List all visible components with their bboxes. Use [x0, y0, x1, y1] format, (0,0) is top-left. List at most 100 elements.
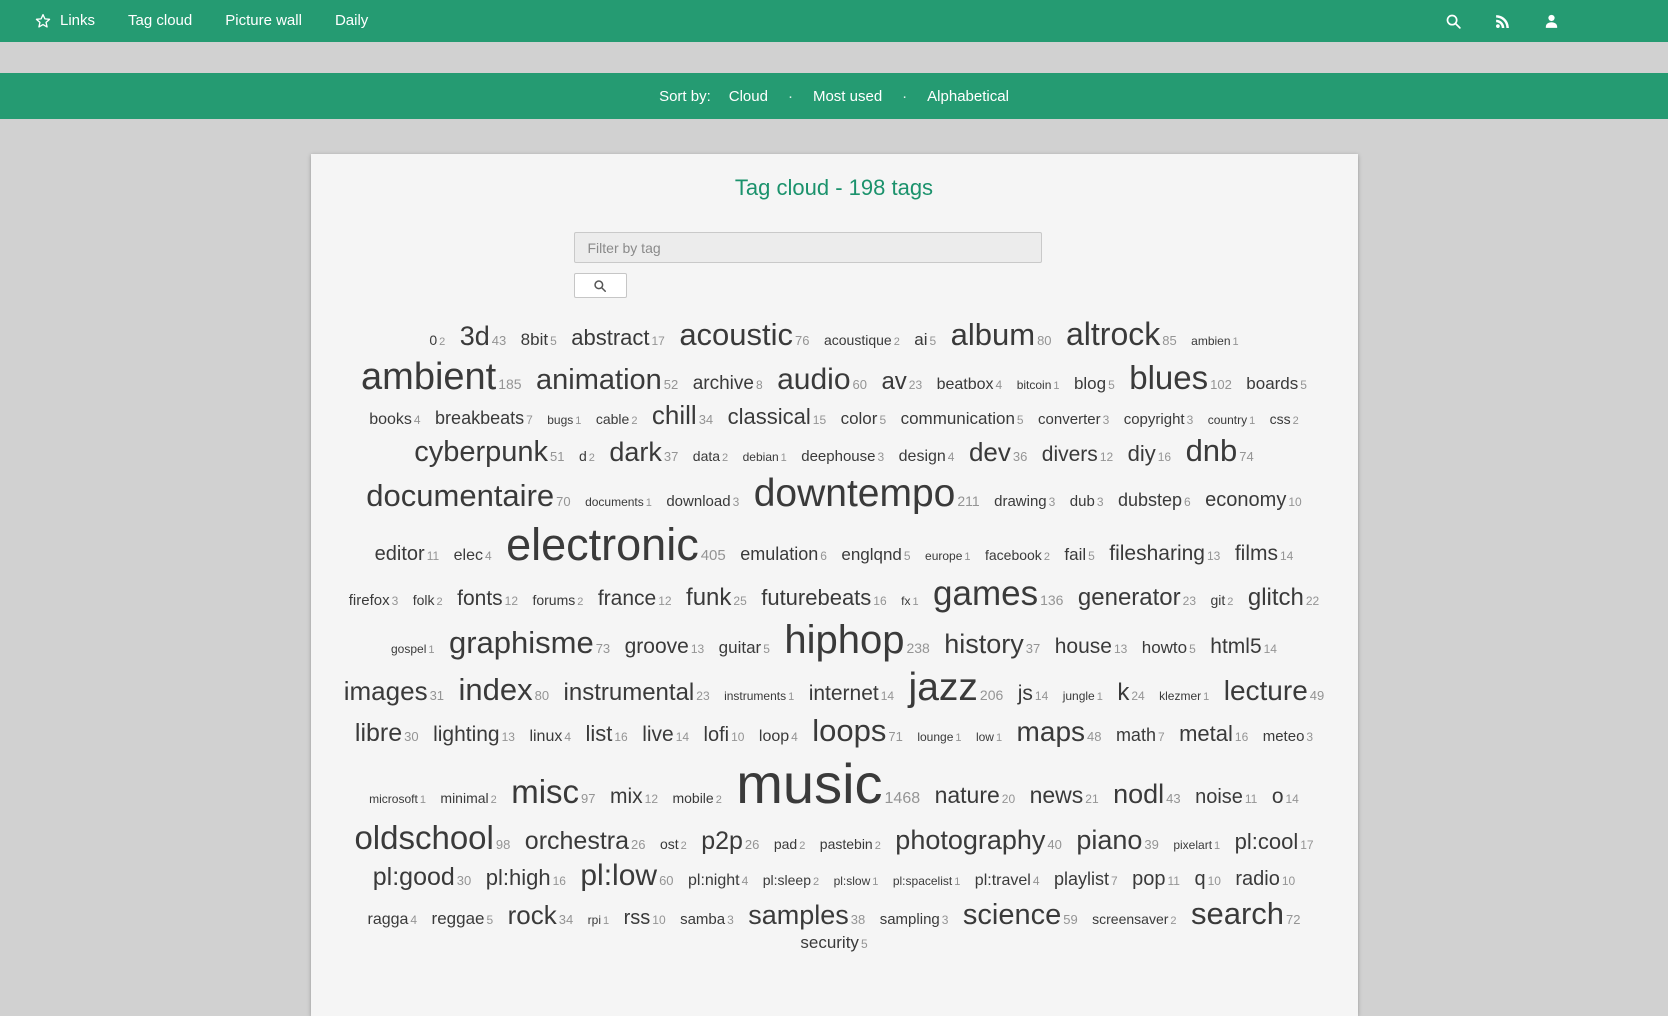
tag-item[interactable]: live14	[642, 728, 689, 745]
tag-link[interactable]: blog	[1074, 374, 1106, 393]
tag-link[interactable]: pl:night	[688, 872, 740, 889]
tag-link[interactable]: funk	[686, 584, 731, 611]
tag-filter-submit-button[interactable]	[574, 273, 627, 298]
tag-link[interactable]: dev	[969, 437, 1011, 467]
sort-option-alphabetical[interactable]: Alphabetical	[927, 88, 1009, 105]
tag-link[interactable]: history	[944, 629, 1024, 659]
tag-link[interactable]: samba	[680, 911, 725, 928]
tag-item[interactable]: beatbox4	[937, 376, 1003, 393]
tag-link[interactable]: album	[951, 317, 1035, 352]
tag-item[interactable]: gospel1	[391, 640, 435, 657]
tag-item[interactable]: instruments1	[724, 687, 794, 704]
tag-item[interactable]: englqnd5	[841, 547, 910, 564]
tag-link[interactable]: reggae	[432, 909, 485, 928]
tag-link[interactable]: images	[344, 676, 428, 706]
tag-link[interactable]: gospel	[391, 642, 426, 656]
tag-link[interactable]: index	[459, 672, 533, 707]
tag-link[interactable]: graphisme	[449, 625, 594, 660]
tag-item[interactable]: playlist7	[1054, 872, 1118, 889]
tag-item[interactable]: rock34	[508, 911, 574, 928]
tag-item[interactable]: misc97	[511, 790, 595, 807]
tag-item[interactable]: pl:high16	[486, 872, 566, 889]
tag-link[interactable]: download	[666, 493, 730, 510]
tag-link[interactable]: list	[585, 721, 612, 746]
tag-item[interactable]: css2	[1270, 411, 1299, 428]
tag-item[interactable]: dub3	[1070, 493, 1104, 510]
tag-item[interactable]: lofi10	[704, 728, 745, 745]
tag-link[interactable]: pl:slow	[834, 874, 871, 888]
tag-item[interactable]: history37	[944, 640, 1040, 657]
tag-item[interactable]: pad2	[774, 836, 805, 853]
tag-link[interactable]: games	[933, 574, 1038, 613]
tag-item[interactable]: debian1	[743, 448, 787, 465]
tag-item[interactable]: fail5	[1064, 547, 1094, 564]
tag-link[interactable]: math	[1116, 725, 1156, 745]
tag-link[interactable]: glitch	[1248, 584, 1304, 611]
tag-link[interactable]: hiphop	[784, 618, 904, 662]
tag-item[interactable]: cyberpunk51	[414, 448, 564, 465]
nav-daily[interactable]: Daily	[335, 0, 368, 42]
tag-item[interactable]: samba3	[680, 911, 734, 928]
tag-item[interactable]: jazz206	[909, 687, 1004, 704]
tag-link[interactable]: instrumental	[564, 679, 695, 706]
tag-link[interactable]: france	[598, 587, 656, 610]
tag-item[interactable]: list16	[585, 728, 627, 745]
nav-picture-wall[interactable]: Picture wall	[225, 0, 302, 42]
tag-link[interactable]: bitcoin	[1017, 378, 1052, 392]
tag-link[interactable]: groove	[625, 635, 689, 658]
tag-item[interactable]: oldschool98	[354, 836, 510, 853]
tag-item[interactable]: samples38	[748, 911, 865, 928]
tag-item[interactable]: nature20	[935, 790, 1016, 807]
tag-item[interactable]: reggae5	[432, 911, 494, 928]
tag-link[interactable]: pl:spacelist	[893, 874, 952, 888]
tag-link[interactable]: pixelart	[1173, 838, 1212, 852]
tag-link[interactable]: design	[899, 448, 946, 465]
tag-item[interactable]: audio60	[777, 376, 867, 393]
tag-item[interactable]: fonts12	[457, 592, 518, 609]
tag-item[interactable]: klezmer1	[1159, 687, 1209, 704]
tag-item[interactable]: data2	[693, 448, 728, 465]
tag-item[interactable]: rss10	[624, 911, 666, 928]
tag-link[interactable]: diy	[1128, 441, 1156, 466]
tag-item[interactable]: index80	[459, 687, 550, 704]
tag-link[interactable]: js	[1018, 682, 1033, 705]
tag-link[interactable]: rock	[508, 900, 557, 930]
tag-link[interactable]: rpi	[588, 913, 601, 927]
tag-link[interactable]: dark	[609, 437, 662, 467]
tag-filter-input[interactable]	[574, 232, 1042, 263]
tag-item[interactable]: glitch22	[1248, 592, 1319, 609]
tag-item[interactable]: design4	[899, 448, 955, 465]
tag-item[interactable]: ambient185	[361, 376, 522, 393]
tag-item[interactable]: converter3	[1038, 411, 1109, 428]
tag-link[interactable]: p2p	[701, 827, 743, 855]
tag-link[interactable]: lighting	[433, 723, 500, 746]
tag-link[interactable]: house	[1055, 635, 1112, 658]
tag-link[interactable]: ragga	[367, 911, 408, 928]
tag-link[interactable]: internet	[809, 682, 879, 705]
tag-link[interactable]: loops	[812, 713, 886, 748]
tag-link[interactable]: country	[1208, 413, 1247, 427]
tag-item[interactable]: download3	[666, 493, 739, 510]
tag-item[interactable]: futurebeats16	[761, 592, 886, 609]
tag-item[interactable]: films14	[1235, 547, 1294, 564]
tag-link[interactable]: documentaire	[366, 478, 554, 513]
tag-link[interactable]: films	[1235, 542, 1278, 565]
tag-link[interactable]: editor	[375, 543, 425, 565]
tag-link[interactable]: misc	[511, 773, 579, 810]
rss-icon[interactable]	[1494, 13, 1511, 30]
tag-link[interactable]: o	[1272, 785, 1284, 808]
tag-item[interactable]: internet14	[809, 687, 894, 704]
tag-link[interactable]: linux	[529, 728, 562, 745]
tag-link[interactable]: converter	[1038, 411, 1101, 428]
tag-item[interactable]: communication5	[901, 411, 1024, 428]
tag-link[interactable]: search	[1191, 896, 1284, 931]
tag-item[interactable]: mobile2	[672, 790, 721, 807]
tag-link[interactable]: ambien	[1191, 334, 1230, 348]
tag-link[interactable]: low	[976, 730, 994, 744]
tag-item[interactable]: images31	[344, 687, 444, 704]
tag-link[interactable]: lounge	[917, 730, 953, 744]
tag-item[interactable]: lighting13	[433, 728, 515, 745]
tag-item[interactable]: fx1	[901, 592, 918, 609]
tag-link[interactable]: documents	[585, 495, 644, 509]
tag-item[interactable]: ambien1	[1191, 332, 1238, 349]
